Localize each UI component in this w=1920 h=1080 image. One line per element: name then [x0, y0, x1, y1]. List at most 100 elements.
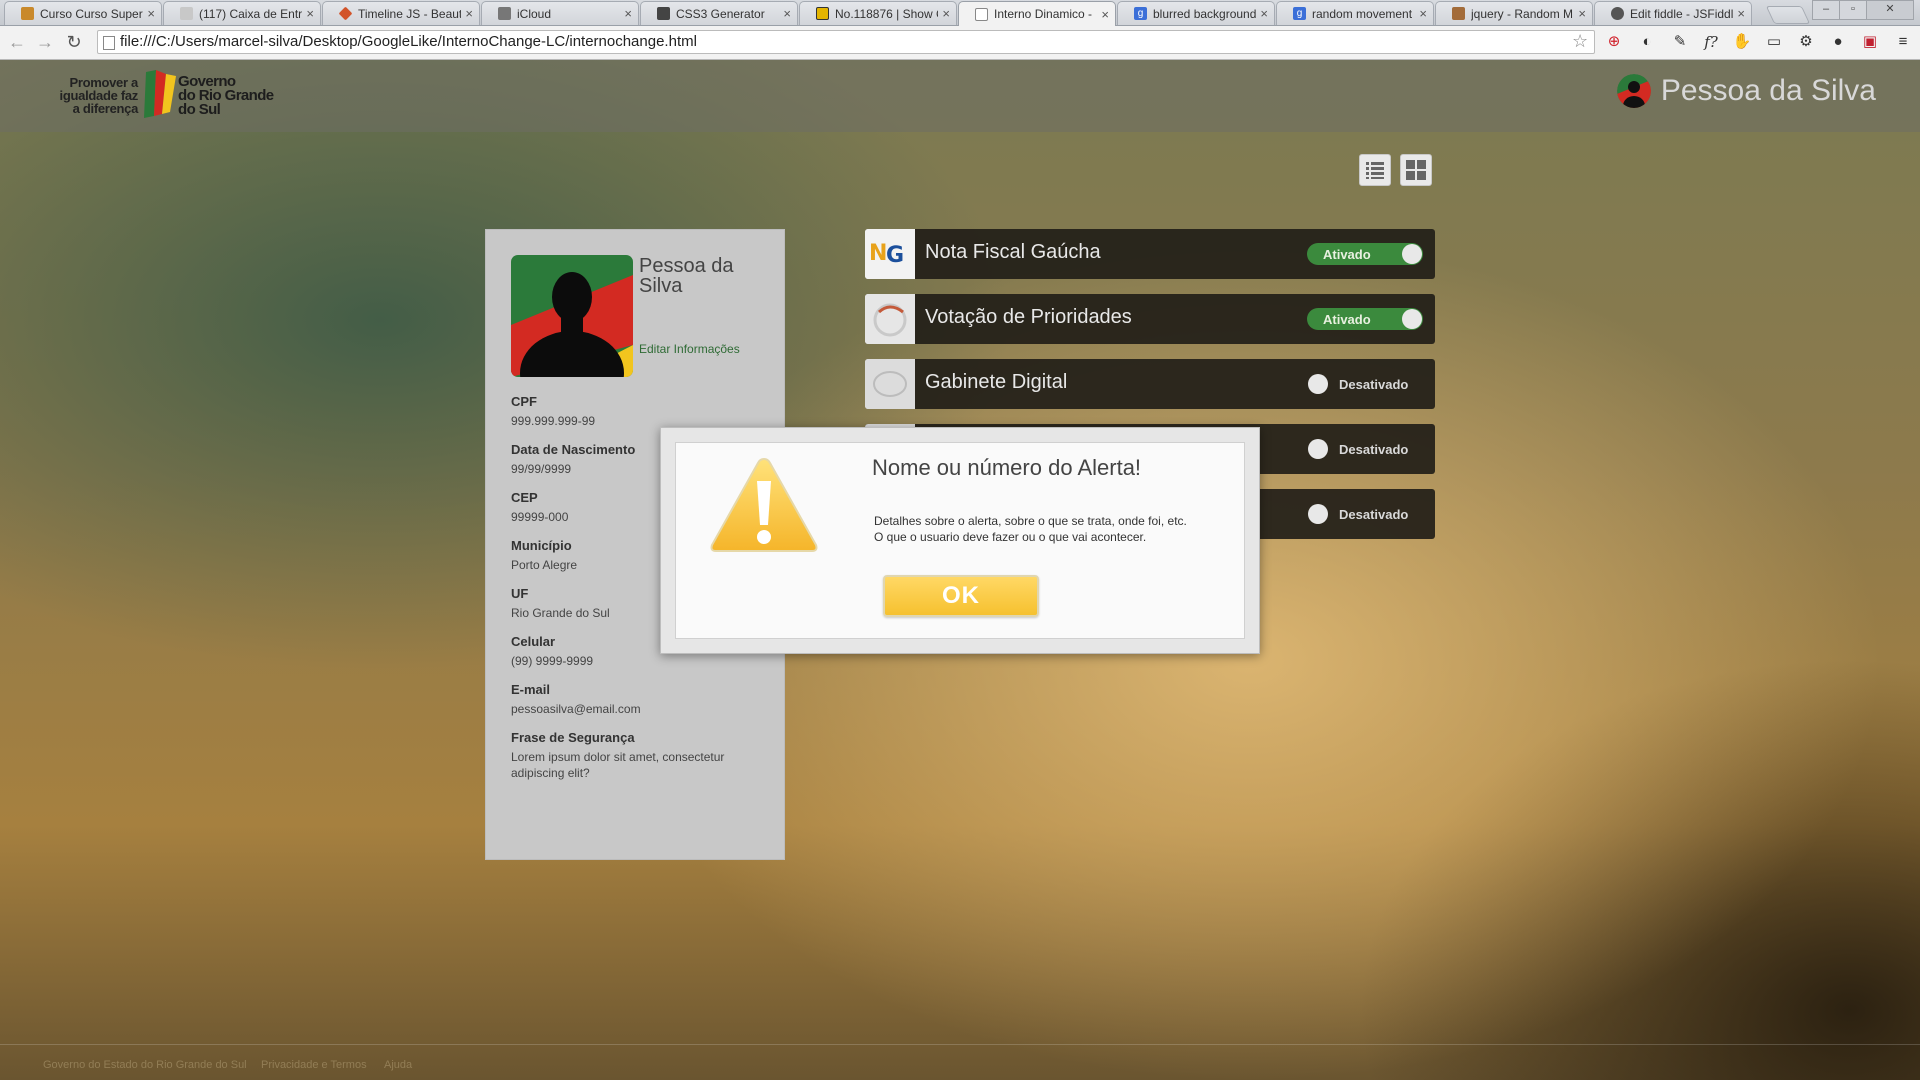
list-view-icon [1366, 162, 1384, 179]
tab-close-icon[interactable]: × [1419, 6, 1427, 21]
browser-tab[interactable]: g random movement × [1276, 1, 1434, 25]
service-name: Nota Fiscal Gaúcha [925, 241, 1101, 263]
profile-field-security-phrase: Frase de Segurança Lorem ipsum dolor sit… [511, 730, 771, 781]
browser-tab[interactable]: jquery - Random M × [1435, 1, 1593, 25]
address-bar[interactable]: file:///C:/Users/marcel-silva/Desktop/Go… [97, 30, 1595, 54]
grid-view-button[interactable] [1400, 154, 1432, 186]
profile-field-email: E-mail pessoasilva@email.com [511, 682, 771, 717]
browser-tab[interactable]: g blurred background × [1117, 1, 1275, 25]
alert-message: Detalhes sobre o alerta, sobre o que se … [874, 513, 1234, 545]
extension-icon[interactable]: ✎ [1670, 32, 1690, 52]
gabinete-digital-icon [865, 359, 915, 409]
toggle-knob [1308, 374, 1328, 394]
service-toggle[interactable]: Desativado [1307, 503, 1423, 525]
browser-tab[interactable]: No.118876 | Show C × [799, 1, 957, 25]
edit-info-link[interactable]: Editar Informações [639, 342, 740, 356]
browser-tab[interactable]: CSS3 Generator × [640, 1, 798, 25]
tab-close-icon[interactable]: × [306, 6, 314, 21]
footer-link[interactable]: Privacidade e Termos [261, 1059, 367, 1071]
logo-government-name: Governo do Rio Grande do Sul [178, 74, 274, 117]
new-tab-button[interactable] [1765, 6, 1811, 24]
browser-tab[interactable]: (117) Caixa de Entra × [163, 1, 321, 25]
svg-text:N: N [869, 241, 887, 266]
profile-name: Pessoa da Silva [639, 255, 734, 297]
alert-message-line: O que o usuario deve fazer ou o que vai … [874, 530, 1147, 544]
tab-label: (117) Caixa de Entra [199, 6, 303, 21]
service-name: Gabinete Digital [925, 371, 1068, 393]
tab-label: Edit fiddle - JSFiddl [1630, 6, 1734, 21]
browser-tabstrip: Curso Curso Superi × (117) Caixa de Entr… [0, 0, 1920, 26]
tab-close-icon[interactable]: × [942, 6, 950, 21]
service-toggle[interactable]: Desativado [1307, 373, 1423, 395]
profile-avatar [511, 255, 633, 377]
ok-button[interactable]: OK [883, 575, 1039, 617]
forward-icon[interactable]: → [34, 31, 56, 53]
extension-icon[interactable]: ▭ [1764, 32, 1784, 52]
header-user-name[interactable]: Pessoa da Silva [1661, 74, 1876, 108]
extension-icon[interactable]: f? [1701, 32, 1721, 52]
government-logo-icon [144, 70, 176, 118]
toggle-knob [1308, 504, 1328, 524]
tab-label: blurred background [1153, 6, 1257, 21]
minimize-icon[interactable]: – [1812, 0, 1840, 20]
list-view-button[interactable] [1359, 154, 1391, 186]
tab-label: iCloud [517, 6, 552, 21]
tab-close-icon[interactable]: × [1101, 7, 1109, 22]
extension-icon[interactable]: ◐ [1637, 32, 1657, 52]
tab-close-icon[interactable]: × [1578, 6, 1586, 21]
extension-icon[interactable]: ⊕ [1604, 32, 1624, 52]
field-label: E-mail [511, 682, 551, 697]
toggle-status: Desativado [1339, 442, 1409, 457]
extension-icon[interactable]: ⚙ [1796, 32, 1816, 52]
tab-favicon-icon [338, 6, 353, 21]
tab-close-icon[interactable]: × [1260, 6, 1268, 21]
toggle-status: Desativado [1339, 507, 1409, 522]
service-toggle[interactable]: Desativado [1307, 438, 1423, 460]
extension-icon[interactable]: ▣ [1860, 32, 1880, 52]
menu-icon[interactable]: ≡ [1893, 32, 1913, 52]
service-row: Gabinete Digital Desativado [865, 359, 1435, 409]
extension-icon[interactable]: ✋ [1732, 32, 1752, 52]
page: Promover a igualdade faz a diferença Gov… [0, 60, 1920, 1080]
footer-link[interactable]: Governo do Estado do Rio Grande do Sul [43, 1059, 247, 1071]
browser-tab[interactable]: Curso Curso Superi × [4, 1, 162, 25]
logo-slogan: Promover a igualdade faz a diferença [42, 76, 139, 115]
alert-message-line: Detalhes sobre o alerta, sobre o que se … [874, 514, 1187, 528]
tab-close-icon[interactable]: × [783, 6, 791, 21]
service-toggle[interactable]: Ativado [1307, 308, 1423, 330]
browser-tab[interactable]: Edit fiddle - JSFiddl × [1594, 1, 1752, 25]
browser-tab-active[interactable]: Interno Dinamico - × [958, 1, 1116, 26]
tab-favicon-icon [816, 7, 829, 20]
bookmark-star-icon[interactable]: ☆ [1572, 31, 1588, 52]
tab-close-icon[interactable]: × [624, 6, 632, 21]
svg-text:G: G [886, 243, 904, 268]
field-value: Lorem ipsum dolor sit amet, consectetur … [511, 750, 725, 780]
maximize-icon[interactable]: ▫ [1839, 0, 1867, 20]
back-icon[interactable]: ← [6, 31, 28, 53]
reload-icon[interactable]: ↻ [63, 31, 85, 53]
alert-title: Nome ou número do Alerta! [872, 455, 1142, 480]
warning-icon [710, 457, 818, 552]
page-icon [103, 36, 115, 50]
tab-favicon-icon: g [1293, 7, 1306, 20]
field-label: CPF [511, 394, 537, 409]
service-toggle[interactable]: Ativado [1307, 243, 1423, 265]
browser-tab[interactable]: Timeline JS - Beaut × [322, 1, 480, 25]
tab-close-icon[interactable]: × [1737, 6, 1745, 21]
tab-label: CSS3 Generator [676, 6, 765, 21]
service-name: Votação de Prioridades [925, 306, 1132, 328]
tab-label: random movement [1312, 6, 1413, 21]
close-window-icon[interactable]: ✕ [1866, 0, 1914, 20]
tab-close-icon[interactable]: × [147, 6, 155, 21]
footer-link[interactable]: Ajuda [384, 1059, 412, 1071]
profile-field-cpf: CPF 999.999.999-99 [511, 394, 771, 429]
header-user[interactable]: Pessoa da Silva [1616, 74, 1876, 108]
tab-close-icon[interactable]: × [465, 6, 473, 21]
browser-tab[interactable]: iCloud × [481, 1, 639, 25]
tab-label: jquery - Random M [1471, 6, 1574, 21]
service-row: Votação de Prioridades Ativado [865, 294, 1435, 344]
site-header: Promover a igualdade faz a diferença Gov… [0, 60, 1920, 132]
tab-favicon-icon [1452, 7, 1465, 20]
extension-icon[interactable]: ● [1828, 32, 1848, 52]
tab-label: Curso Curso Superi [40, 6, 144, 21]
